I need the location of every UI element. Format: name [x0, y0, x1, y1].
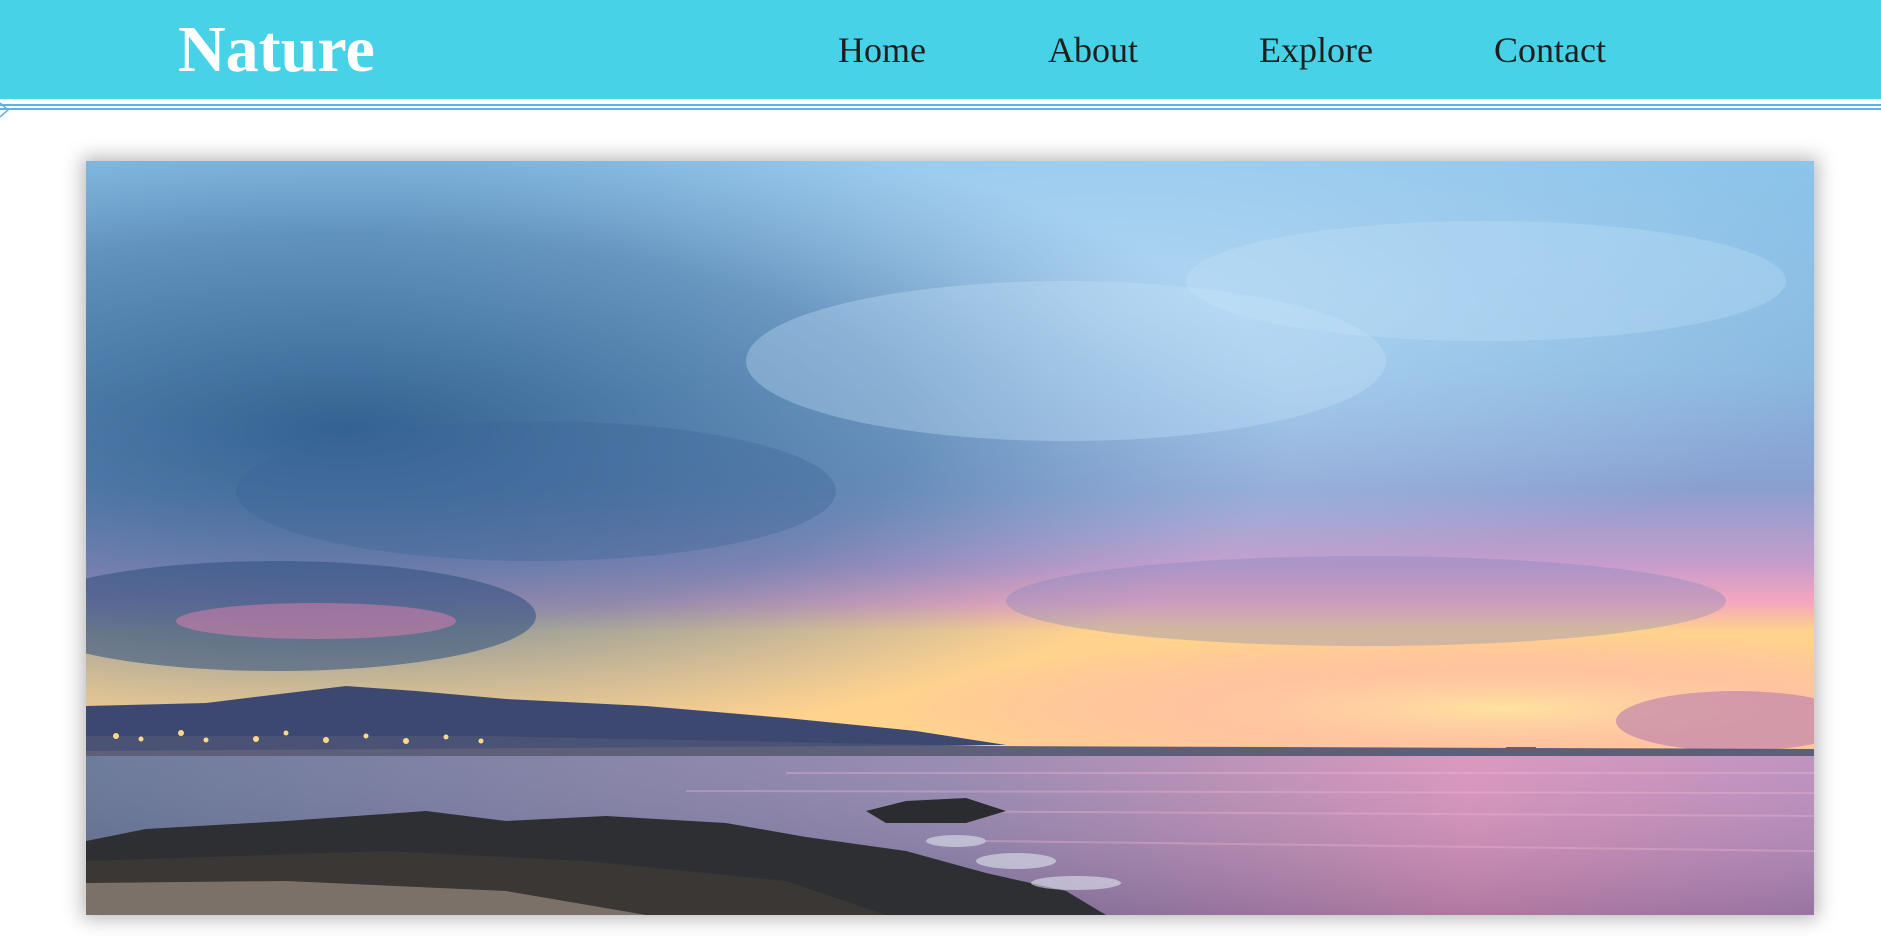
hero-landscape-image [86, 161, 1814, 915]
nav-home-link[interactable]: Home [838, 26, 926, 74]
nav-about-link[interactable]: About [1048, 26, 1138, 74]
nav-contact-link[interactable]: Contact [1494, 26, 1606, 74]
nav-explore-link[interactable]: Explore [1259, 26, 1373, 74]
hero-image-frame [86, 161, 1814, 915]
main-navigation: Home About Explore Contact [0, 26, 1881, 74]
corner-chevron-icon [0, 102, 10, 118]
header-accent-line-highlight [0, 106, 1881, 108]
